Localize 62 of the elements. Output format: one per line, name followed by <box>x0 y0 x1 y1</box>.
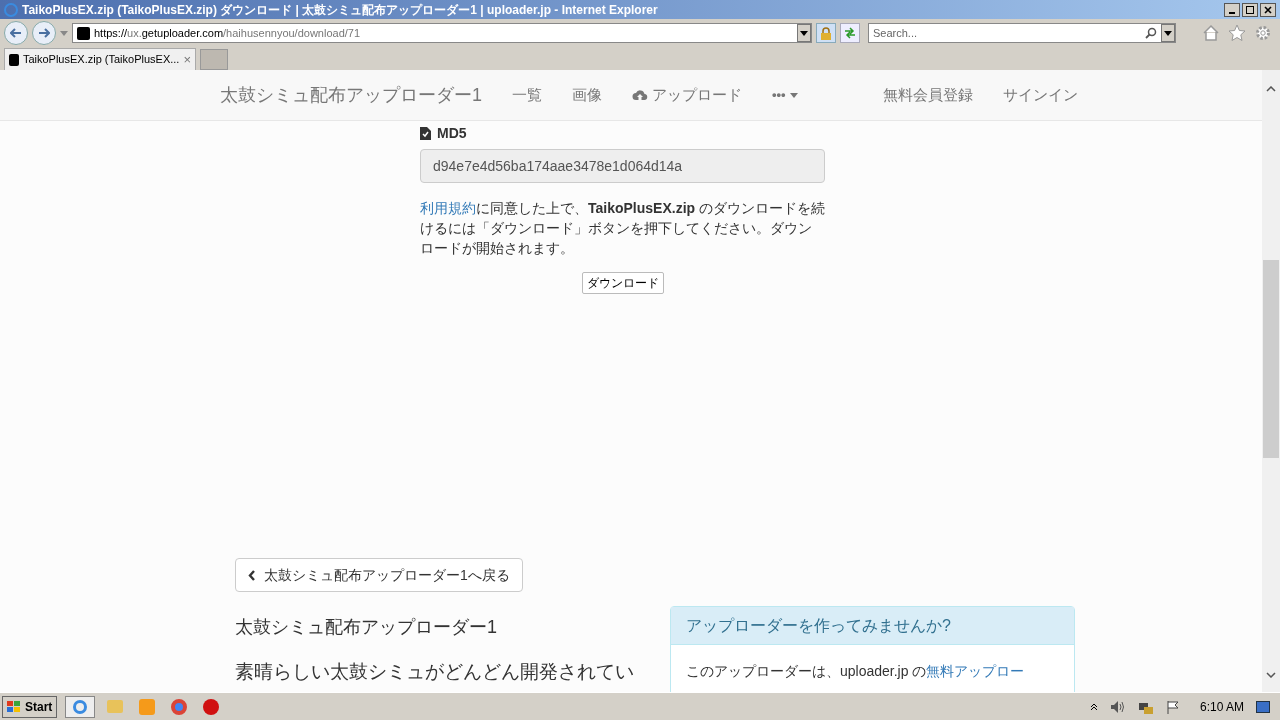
file-icon <box>420 126 431 140</box>
tab-title: TaikoPlusEX.zip (TaikoPlusEX... <box>22 52 180 68</box>
dropdown-icon[interactable] <box>1161 24 1175 42</box>
speaker-icon[interactable] <box>1109 699 1126 714</box>
window-title: TaikoPlusEX.zip (TaikoPlusEX.zip) ダウンロード | 太鼓シミュ配布アップローダー1 | uploader.jp - Internet Explorer <box>22 1 658 19</box>
chevron-up-icon[interactable] <box>1266 86 1276 92</box>
caret-icon <box>789 92 798 98</box>
minimize-button[interactable] <box>1224 2 1240 17</box>
nav-link[interactable]: アップロード <box>632 83 742 107</box>
nav-link[interactable]: 一覧 <box>512 83 542 107</box>
minimize-icon <box>1229 11 1235 14</box>
ie-icon <box>4 2 18 17</box>
terms-notice: 利用規約に同意した上で、TaikoPlusEX.zip のダウンロードを続けるには「ダウンロード」ボタンを押下してください。ダウンロードが開始されます。 <box>420 199 825 258</box>
site-brand[interactable]: 太鼓シミュ配布アップローダー1 <box>220 81 482 109</box>
refresh-icon[interactable] <box>840 23 860 43</box>
browser-tab[interactable]: TaikoPlusEX.zip (TaikoPlusEX... × <box>4 48 196 70</box>
arrow-left-icon <box>10 28 22 38</box>
promo-header: アップローダーを作ってみませんか? <box>671 607 1074 645</box>
nav-link[interactable]: サインイン <box>1002 83 1078 107</box>
nav-link[interactable]: 無料会員登録 <box>882 83 973 107</box>
promo-link[interactable]: 無料アップロー <box>926 663 1025 679</box>
md5-label: MD5 <box>437 123 467 143</box>
search-field[interactable]: Search... <box>868 23 1176 43</box>
home-icon[interactable] <box>1202 24 1220 42</box>
chevron-left-icon <box>248 569 256 581</box>
lock-icon[interactable] <box>816 23 836 43</box>
cloud-upload-icon <box>632 88 648 102</box>
promo-text: このアップローダーは、uploader.jp の無料アップロー <box>685 662 1026 681</box>
clock: 6:10 AM <box>1199 698 1244 716</box>
arrow-right-icon <box>38 28 50 38</box>
download-button[interactable]: ダウンロード <box>581 272 664 294</box>
search-icon <box>1145 27 1157 39</box>
back-button[interactable] <box>4 21 28 45</box>
tab-close-button[interactable]: × <box>183 49 191 70</box>
scrollbar[interactable] <box>1262 70 1280 692</box>
md5-field[interactable]: d94e7e4d56ba174aae3478e1d064d14a <box>420 149 825 183</box>
settings-icon[interactable] <box>1254 24 1272 42</box>
scroll-thumb[interactable] <box>1263 260 1279 458</box>
star-icon[interactable] <box>1228 24 1246 42</box>
about-title: 太鼓シミュ配布アップローダー1 <box>235 616 498 639</box>
address-field[interactable]: https://ux.getuploader.com/haihusennyou/download/71 <box>72 23 812 43</box>
chevron-down-icon[interactable] <box>1266 672 1276 678</box>
chevron-up-icon[interactable] <box>1089 702 1098 711</box>
more-menu[interactable]: ••• <box>772 85 798 105</box>
about-text: 素晴らしい太鼓シミュがどんどん開発されてい <box>235 660 635 684</box>
stop-icon[interactable] <box>203 698 220 715</box>
close-icon <box>1264 5 1272 14</box>
url-text: https://ux.getuploader.com/haihusennyou/download/71 <box>94 25 361 41</box>
close-button[interactable] <box>1260 2 1276 17</box>
start-button[interactable]: Start <box>2 695 58 718</box>
caret-icon <box>60 30 68 36</box>
forward-button[interactable] <box>32 21 56 45</box>
restore-button[interactable] <box>1242 2 1258 17</box>
dropdown-icon[interactable] <box>797 24 811 42</box>
back-link-button[interactable]: 太鼓シミュ配布アップローダー1へ戻る <box>235 558 523 592</box>
flag-icon[interactable] <box>1165 699 1180 714</box>
restore-icon <box>1246 5 1254 14</box>
chrome-icon[interactable] <box>171 698 188 715</box>
ie-taskbar-icon[interactable] <box>65 695 96 718</box>
windows-logo-icon <box>7 700 21 713</box>
terms-link[interactable]: 利用規約 <box>420 200 476 216</box>
nav-link[interactable]: 画像 <box>572 83 602 107</box>
